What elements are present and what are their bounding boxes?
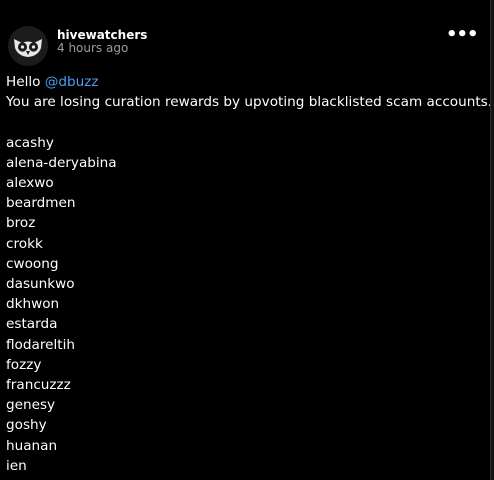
account-item: alena-deryabina (6, 154, 117, 171)
owl-mask-icon (8, 26, 48, 66)
warning-message: You are losing curation rewards by upvot… (6, 94, 491, 111)
account-item: huanan (6, 437, 58, 454)
more-dots-icon: ••• (446, 24, 479, 45)
account-item: francuzzz (6, 377, 71, 394)
account-item: fozzy (6, 356, 42, 373)
account-item: genesy (6, 397, 56, 414)
avatar[interactable] (8, 26, 48, 66)
account-item: acashy (6, 134, 54, 151)
mention-link[interactable]: @dbuzz (45, 74, 99, 90)
author-name[interactable]: hivewatchers (57, 28, 147, 42)
account-item: beardmen (6, 195, 76, 212)
account-item: estarda (6, 316, 58, 333)
greeting-line: Hello @dbuzz (6, 72, 484, 92)
account-item: ien (6, 457, 27, 474)
account-item: crokk (6, 235, 43, 252)
account-item: dkhwon (6, 296, 60, 313)
account-item: goshy (6, 417, 47, 434)
post-card: hivewatchers 4 hours ago ••• Hello @dbuz… (0, 0, 491, 480)
post-body: Hello @dbuzz You are losing curation rew… (6, 72, 491, 480)
account-item: dasunkwo (6, 276, 75, 293)
account-item: flodareltih (6, 336, 75, 353)
account-item: cwoong (6, 255, 59, 272)
account-item: alexwo (6, 175, 54, 191)
greeting-text: Hello (6, 74, 41, 90)
more-options-button[interactable]: ••• (446, 26, 479, 46)
post-timestamp: 4 hours ago (57, 41, 129, 55)
account-item: i (6, 476, 484, 480)
blacklisted-account-list: acashy alena-deryabina alexwo beardmen b… (6, 133, 484, 480)
account-item: broz (6, 215, 36, 232)
